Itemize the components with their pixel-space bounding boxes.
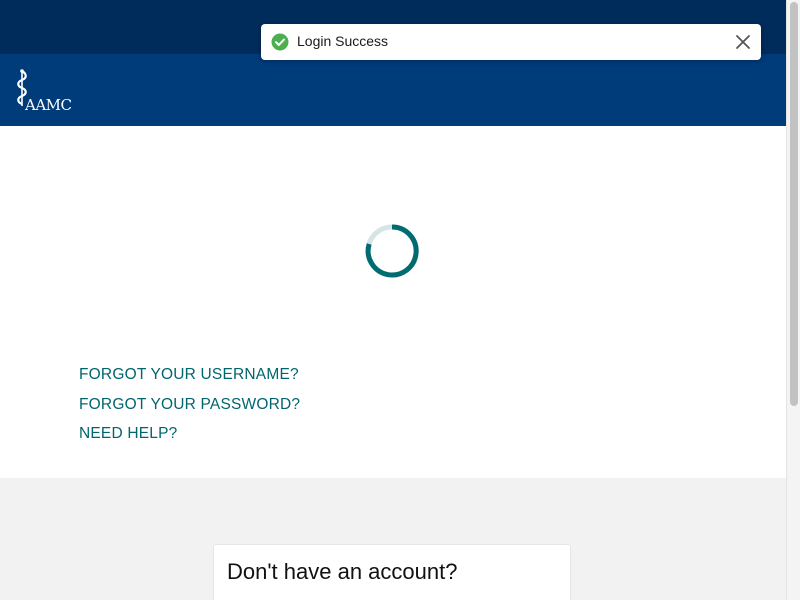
login-success-toast: Login Success (261, 24, 761, 60)
site-header (0, 54, 786, 126)
forgot-username-link[interactable]: FORGOT YOUR USERNAME? (79, 366, 299, 384)
close-icon[interactable] (735, 34, 751, 50)
need-help-link[interactable]: NEED HELP? (79, 425, 177, 443)
check-circle-icon (271, 33, 289, 51)
forgot-password-link[interactable]: FORGOT YOUR PASSWORD? (79, 396, 300, 414)
spinner-icon (365, 224, 419, 278)
scrollbar[interactable] (786, 0, 800, 600)
signup-card-title: Don't have an account? (227, 559, 458, 584)
toast-message: Login Success (297, 33, 389, 49)
scrollbar-thumb[interactable] (790, 2, 798, 406)
logo-text: AAMC (25, 96, 72, 114)
signup-card: Don't have an account? (213, 544, 571, 600)
